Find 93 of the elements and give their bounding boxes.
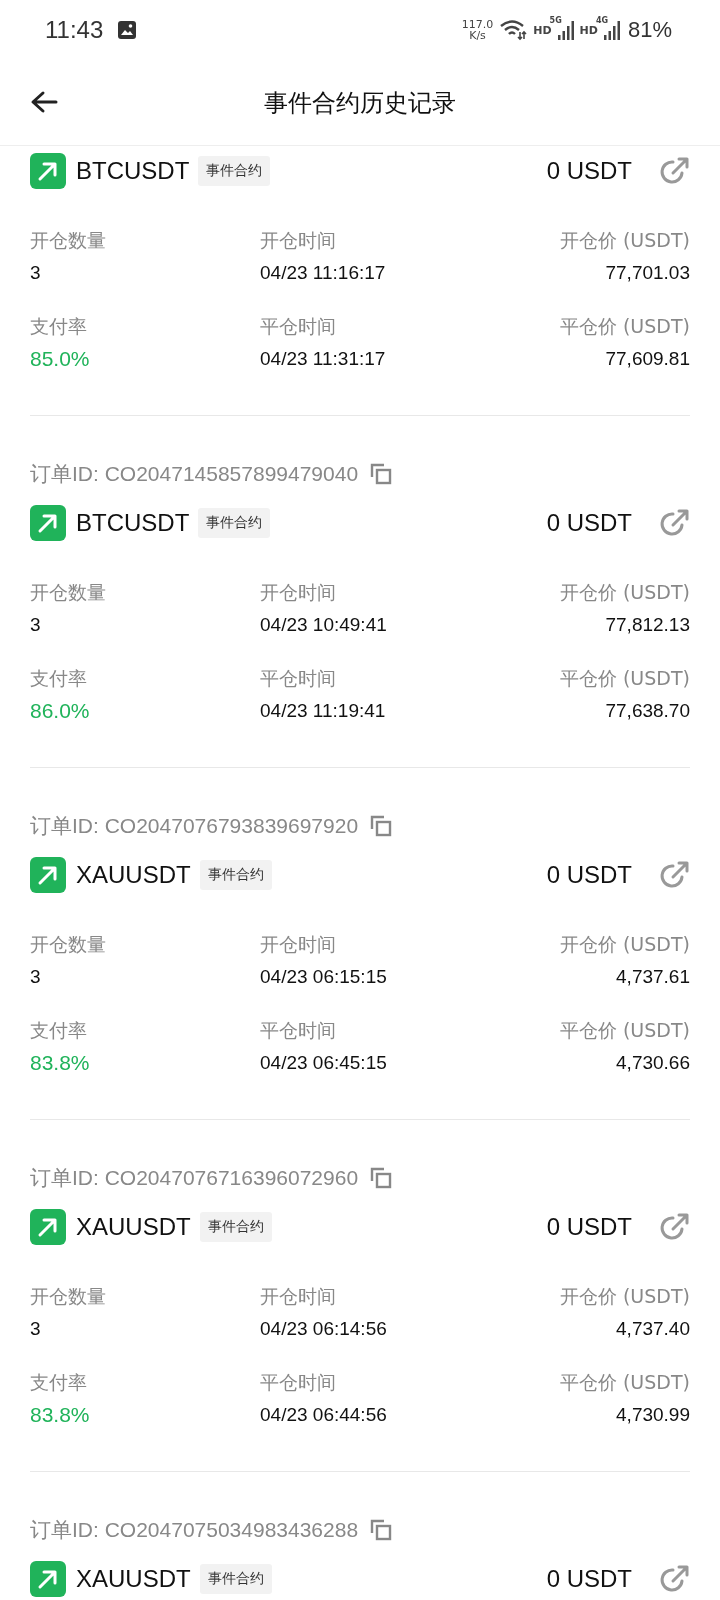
field-value: 3	[30, 261, 42, 285]
field-value: 3	[30, 965, 42, 989]
field-label: 开仓时间	[260, 1284, 337, 1309]
share-icon[interactable]	[660, 156, 690, 186]
page-title: 事件合约历史记录	[264, 87, 456, 119]
field-label: 开仓价 (USDT)	[559, 932, 690, 957]
field-label: 平仓价 (USDT)	[559, 1018, 690, 1043]
field-label: 平仓价 (USDT)	[559, 666, 690, 691]
symbol: XAUUSDT	[76, 1213, 191, 1241]
network-type: 5G	[549, 16, 562, 25]
status-time: 11:43	[45, 16, 104, 44]
field-value: 04/23 11:16:17	[260, 261, 387, 285]
trend-up-icon	[30, 857, 66, 893]
field-label: 平仓时间	[260, 1370, 337, 1395]
field-value: 4,730.66	[616, 1051, 690, 1075]
copy-icon[interactable]	[370, 463, 393, 485]
share-icon[interactable]	[660, 1564, 690, 1594]
hd-label: HD	[533, 23, 552, 37]
pnl-amount: 0 USDT	[546, 861, 632, 889]
battery-level: 81%	[627, 17, 672, 43]
pnl-amount: 0 USDT	[546, 1565, 632, 1593]
field-value: 04/23 06:15:15	[260, 965, 388, 989]
field-value: 04/23 11:31:17	[260, 347, 387, 371]
contract-tag: 事件合约	[199, 1212, 272, 1242]
field-label: 开仓数量	[30, 932, 107, 957]
speed-unit: K/s	[469, 30, 486, 41]
field-label: 开仓数量	[30, 580, 107, 605]
field-value: 85.0%	[30, 346, 91, 372]
order-id: 订单ID: CO2047076716396072960	[30, 1165, 359, 1191]
field-value: 04/23 06:14:56	[260, 1317, 388, 1341]
wifi-icon	[499, 19, 528, 41]
field-value: 83.8%	[30, 1402, 91, 1428]
field-label: 支付率	[30, 666, 88, 691]
share-icon[interactable]	[660, 860, 690, 890]
contract-tag: 事件合约	[199, 860, 272, 890]
copy-icon[interactable]	[370, 815, 393, 837]
copy-icon[interactable]	[370, 1519, 393, 1541]
back-icon[interactable]	[30, 90, 58, 114]
copy-icon[interactable]	[370, 1167, 393, 1189]
field-value: 86.0%	[30, 698, 91, 724]
field-label: 平仓价 (USDT)	[559, 1370, 690, 1395]
field-value: 77,638.70	[605, 699, 690, 723]
field-label: 平仓价 (USDT)	[559, 314, 690, 339]
field-label: 开仓时间	[260, 932, 337, 957]
symbol: BTCUSDT	[76, 509, 190, 537]
field-value: 04/23 06:45:15	[260, 1051, 388, 1075]
hd-label: HD	[579, 23, 598, 37]
field-value: 77,812.13	[605, 613, 690, 637]
field-value: 04/23 10:49:41	[260, 613, 388, 637]
order-id: 订单ID: CO2047076793839697920	[30, 813, 359, 839]
trend-up-icon	[30, 153, 66, 189]
network-speed: 117.0	[461, 19, 494, 30]
share-icon[interactable]	[660, 508, 690, 538]
field-value: 4,737.40	[616, 1317, 690, 1341]
field-label: 支付率	[30, 1018, 88, 1043]
field-value: 4,737.61	[616, 965, 690, 989]
field-label: 支付率	[30, 1370, 88, 1395]
symbol: XAUUSDT	[76, 1565, 191, 1593]
field-label: 开仓数量	[30, 1284, 107, 1309]
field-label: 开仓价 (USDT)	[559, 580, 690, 605]
field-value: 04/23 11:19:41	[260, 699, 387, 723]
pnl-amount: 0 USDT	[546, 157, 632, 185]
share-icon[interactable]	[660, 1212, 690, 1242]
field-label: 平仓时间	[260, 1018, 337, 1043]
field-label: 开仓价 (USDT)	[559, 228, 690, 253]
trend-up-icon	[30, 1561, 66, 1597]
field-value: 3	[30, 613, 42, 637]
field-value: 4,730.99	[616, 1403, 690, 1427]
field-label: 开仓时间	[260, 580, 337, 605]
field-value: 3	[30, 1317, 42, 1341]
symbol: XAUUSDT	[76, 861, 191, 889]
order-id: 订单ID: CO2047145857899479040	[30, 461, 359, 487]
pnl-amount: 0 USDT	[546, 509, 632, 537]
symbol: BTCUSDT	[76, 157, 190, 185]
field-label: 支付率	[30, 314, 88, 339]
image-icon	[117, 20, 138, 40]
contract-tag: 事件合约	[198, 156, 271, 186]
field-value: 04/23 06:44:56	[260, 1403, 388, 1427]
field-label: 平仓时间	[260, 666, 337, 691]
field-label: 平仓时间	[260, 314, 337, 339]
network-type: 4G	[595, 16, 609, 25]
field-label: 开仓价 (USDT)	[559, 1284, 690, 1309]
order-id: 订单ID: CO2047075034983436288	[30, 1517, 359, 1543]
contract-tag: 事件合约	[198, 508, 271, 538]
field-value: 83.8%	[30, 1050, 91, 1076]
field-value: 77,701.03	[605, 261, 690, 285]
field-label: 开仓数量	[30, 228, 107, 253]
trend-up-icon	[30, 1209, 66, 1245]
pnl-amount: 0 USDT	[546, 1213, 632, 1241]
trend-up-icon	[30, 505, 66, 541]
field-label: 开仓时间	[260, 228, 337, 253]
field-value: 77,609.81	[605, 347, 690, 371]
contract-tag: 事件合约	[199, 1564, 272, 1594]
